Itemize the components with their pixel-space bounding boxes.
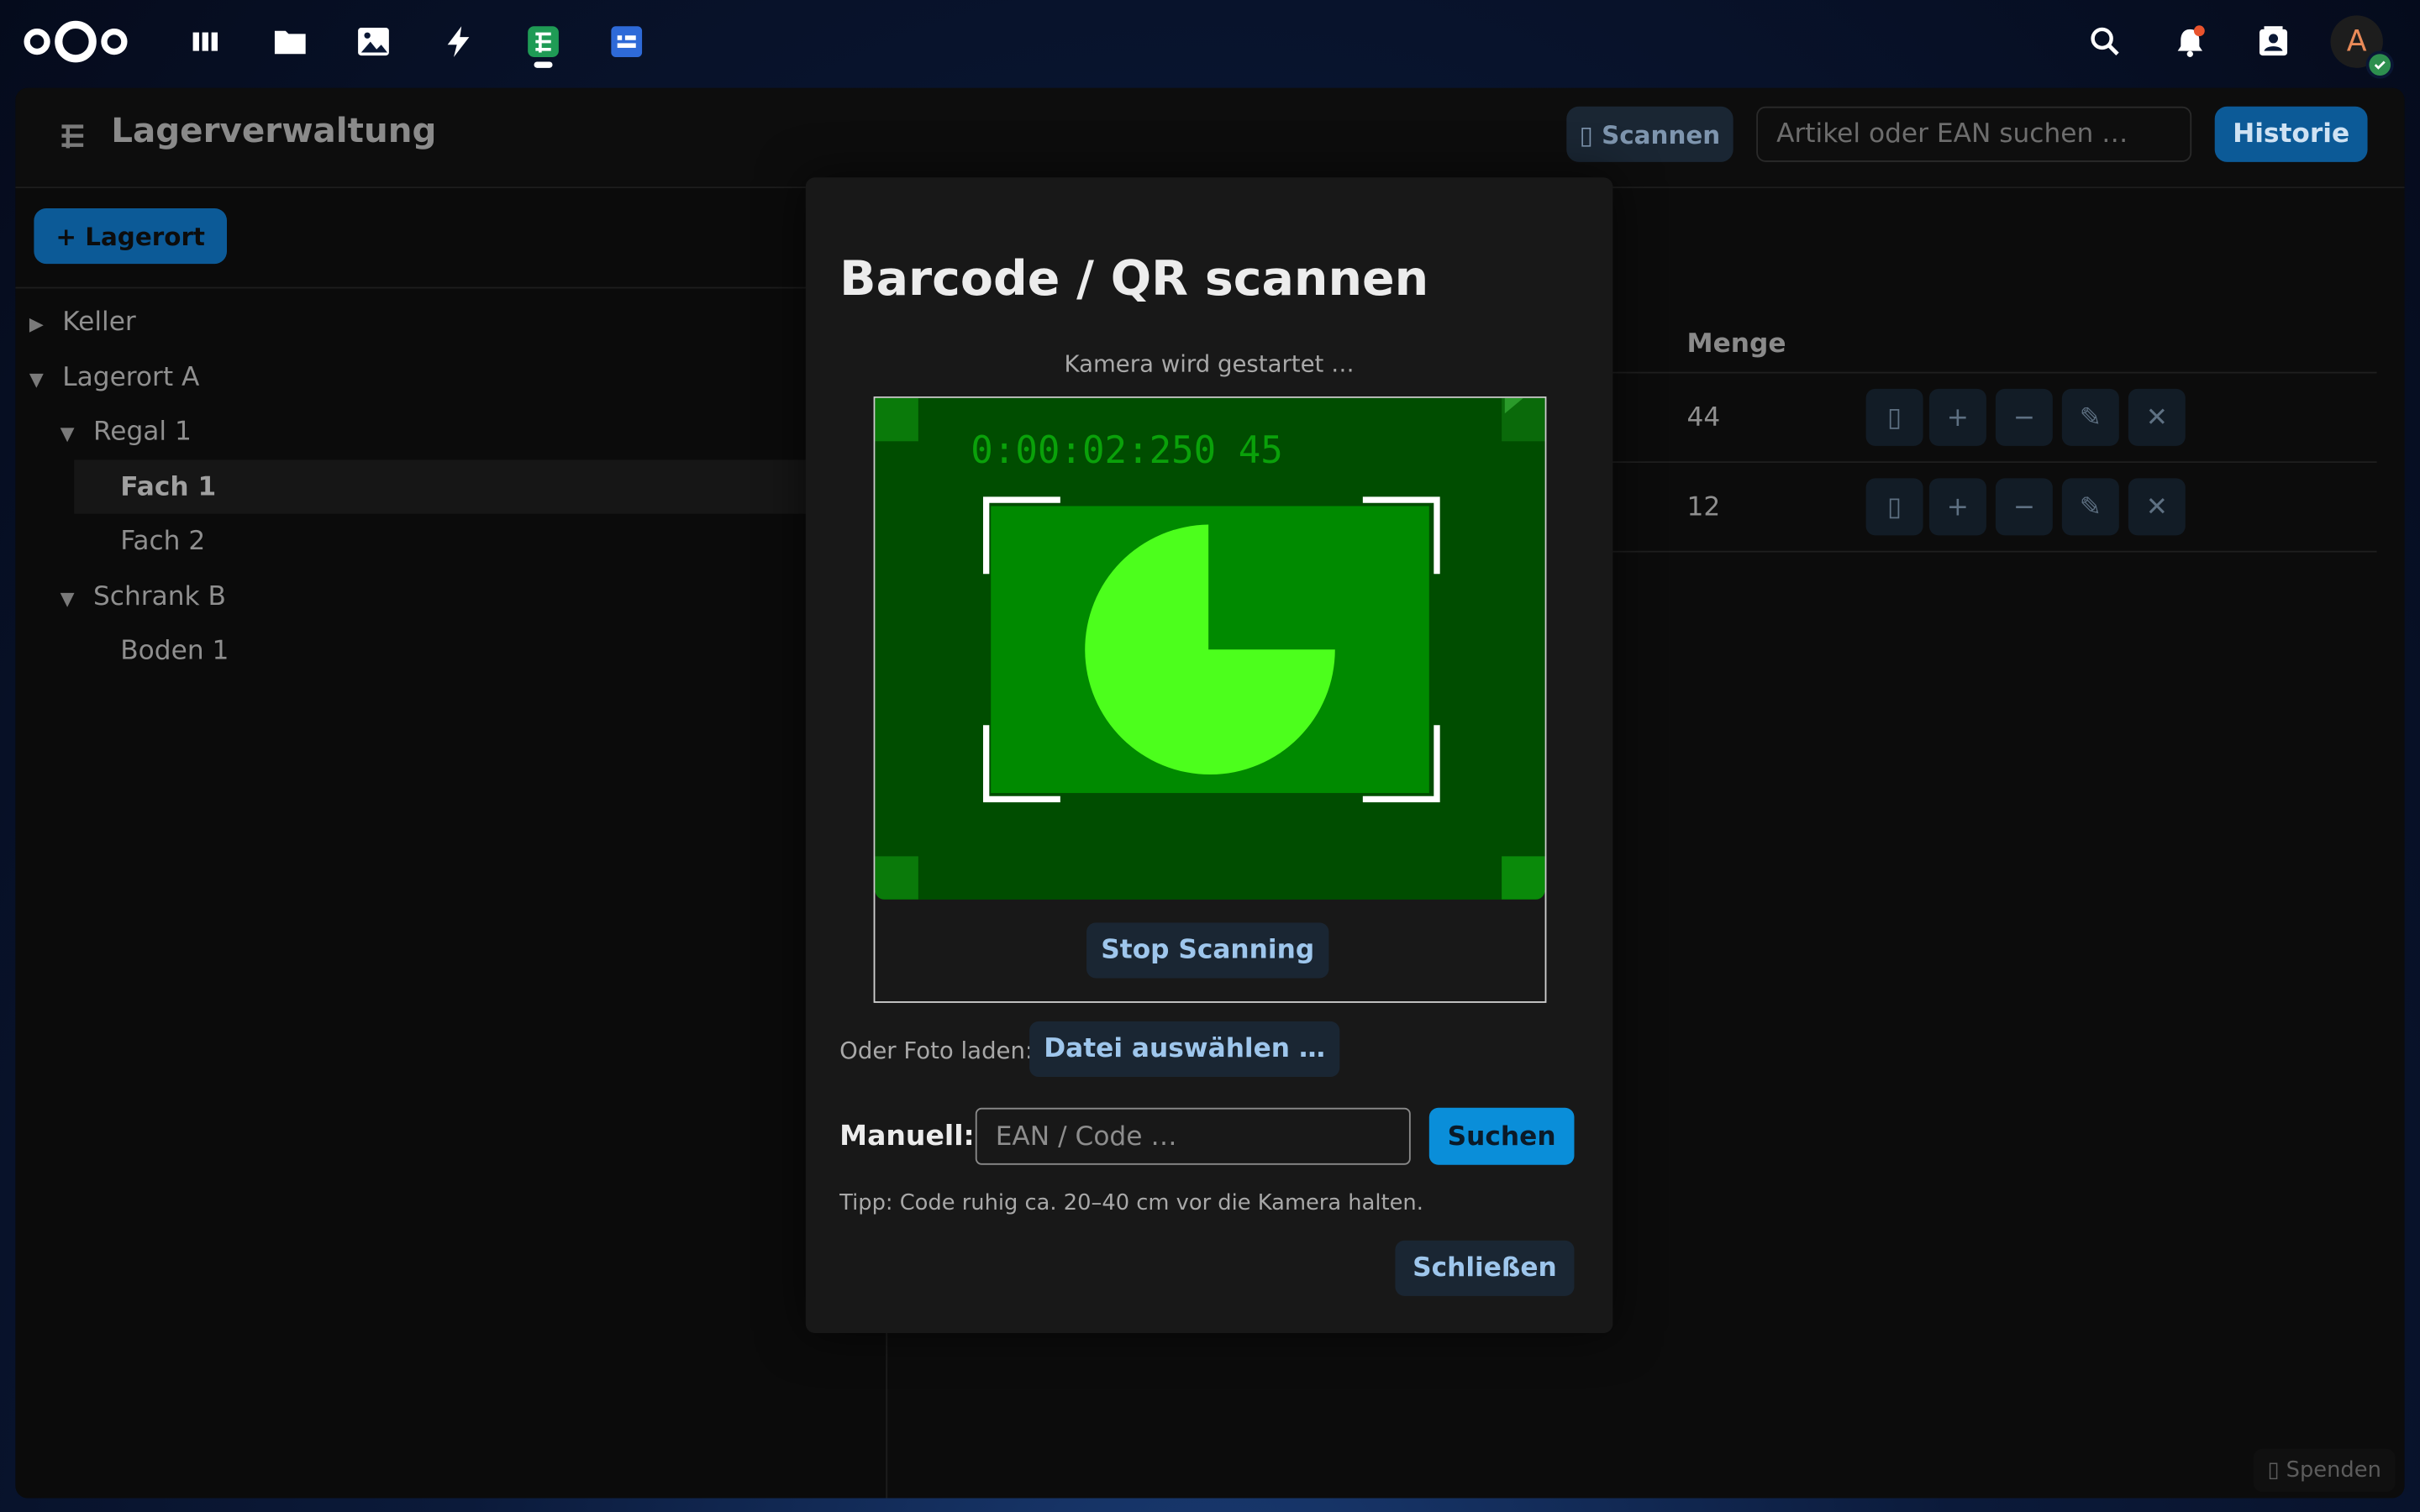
row-2-delete-button[interactable]: ✕ xyxy=(2128,478,2186,536)
nextcloud-logo[interactable] xyxy=(22,18,130,65)
quantity-column-header[interactable]: Menge xyxy=(1687,328,1786,360)
camera-status-text: Kamera wird gestartet … xyxy=(1064,349,1355,378)
avatar-letter: A xyxy=(2346,24,2367,59)
row-2-increase-button[interactable]: + xyxy=(1928,478,1986,536)
location-sidebar: + Lagerort ▶ Keller ▼ Lagerort A ▼ Regal… xyxy=(15,188,888,1499)
sidebar-divider xyxy=(15,286,886,289)
camera-preview: 0:00:02:250 45 xyxy=(875,397,1545,900)
forms-icon[interactable] xyxy=(607,22,647,62)
tree-item-label: Fach 1 xyxy=(120,472,217,503)
expand-arrow-icon[interactable]: ▶ xyxy=(29,313,54,335)
row-1-increase-button[interactable]: + xyxy=(1928,388,1986,446)
search-icon[interactable] xyxy=(2084,20,2127,63)
collapse-arrow-icon[interactable]: ▼ xyxy=(60,423,85,444)
inventory-app-icon[interactable] xyxy=(523,22,564,62)
photos-icon[interactable] xyxy=(354,22,394,62)
manual-entry-label: Manuell: xyxy=(839,1120,975,1153)
row-1-edit-button[interactable]: ✎ xyxy=(2061,388,2119,446)
scan-tip-text: Tipp: Code ruhig ca. 20–40 cm vor die Ka… xyxy=(839,1190,1423,1216)
row-1-decrease-button[interactable]: − xyxy=(1995,388,2053,446)
choose-file-button[interactable]: Datei auswählen … xyxy=(1029,1021,1340,1078)
tree-item-label: Fach 2 xyxy=(120,526,206,558)
app-header: Lagerverwaltung ▯ Scannen Historie xyxy=(15,87,2405,189)
online-status-icon xyxy=(2365,50,2394,79)
close-dialog-button[interactable]: Schließen xyxy=(1395,1240,1575,1296)
tree-item-label: Boden 1 xyxy=(120,635,229,667)
notifications-icon[interactable] xyxy=(2169,20,2212,63)
tree-item-keller[interactable]: ▶ Keller xyxy=(29,307,136,339)
dialog-title: Barcode / QR scannen xyxy=(839,251,1429,307)
collapse-arrow-icon[interactable]: ▼ xyxy=(29,369,54,391)
scan-button[interactable]: ▯ Scannen xyxy=(1566,106,1733,162)
photo-upload-label: Oder Foto laden: xyxy=(839,1037,1034,1065)
row-1-delete-button[interactable]: ✕ xyxy=(2128,388,2186,446)
tree-item-fach-2[interactable]: Fach 2 xyxy=(120,526,205,557)
manual-search-button[interactable]: Suchen xyxy=(1428,1107,1575,1165)
camera-test-pattern: 0:00:02:250 45 xyxy=(875,397,1545,900)
tree-item-label: Regal 1 xyxy=(92,416,192,448)
contacts-icon[interactable] xyxy=(2252,20,2295,63)
stop-scanning-button[interactable]: Stop Scanning xyxy=(1086,922,1329,979)
article-search-input[interactable] xyxy=(1756,106,2192,162)
tree-item-schrank-b[interactable]: ▼ Schrank B xyxy=(60,581,226,612)
tree-item-label: Keller xyxy=(62,307,136,339)
scanner-region: 0:00:02:250 45 Stop Scanning xyxy=(873,396,1547,1003)
donate-button[interactable]: ▯ Spenden xyxy=(2253,1448,2396,1493)
dashboard-icon[interactable] xyxy=(185,22,225,62)
video-timestamp: 0:00:02:250 45 xyxy=(971,429,1283,472)
row-2-quantity: 12 xyxy=(1686,491,1721,523)
row-2-decrease-button[interactable]: − xyxy=(1995,478,2053,536)
inventory-title-icon xyxy=(61,124,84,149)
row-2-edit-button[interactable]: ✎ xyxy=(2061,478,2119,536)
row-1-quantity: 44 xyxy=(1686,402,1721,434)
add-location-button[interactable]: + Lagerort xyxy=(34,207,228,265)
tree-item-label: Lagerort A xyxy=(62,362,200,394)
tree-item-label: Schrank B xyxy=(92,581,226,613)
scan-dialog: Barcode / QR scannen Kamera wird gestart… xyxy=(805,177,1613,1333)
activity-icon[interactable] xyxy=(439,22,479,62)
active-app-indicator xyxy=(534,61,553,68)
tree-item-lagerort-a[interactable]: ▼ Lagerort A xyxy=(29,363,200,394)
files-icon[interactable] xyxy=(270,22,310,62)
tree-item-boden-1[interactable]: Boden 1 xyxy=(120,636,229,667)
page-title: Lagerverwaltung xyxy=(111,113,437,151)
collapse-arrow-icon[interactable]: ▼ xyxy=(60,588,85,610)
history-button[interactable]: Historie xyxy=(2214,106,2368,162)
row-2-barcode-button[interactable]: ▯ xyxy=(1865,478,1923,536)
tree-item-regal-1[interactable]: ▼ Regal 1 xyxy=(60,417,192,448)
manual-code-input[interactable] xyxy=(975,1107,1411,1165)
top-navigation-bar: A xyxy=(0,0,2420,83)
tree-item-fach-1[interactable]: Fach 1 xyxy=(120,472,216,503)
row-1-barcode-button[interactable]: ▯ xyxy=(1865,388,1923,446)
